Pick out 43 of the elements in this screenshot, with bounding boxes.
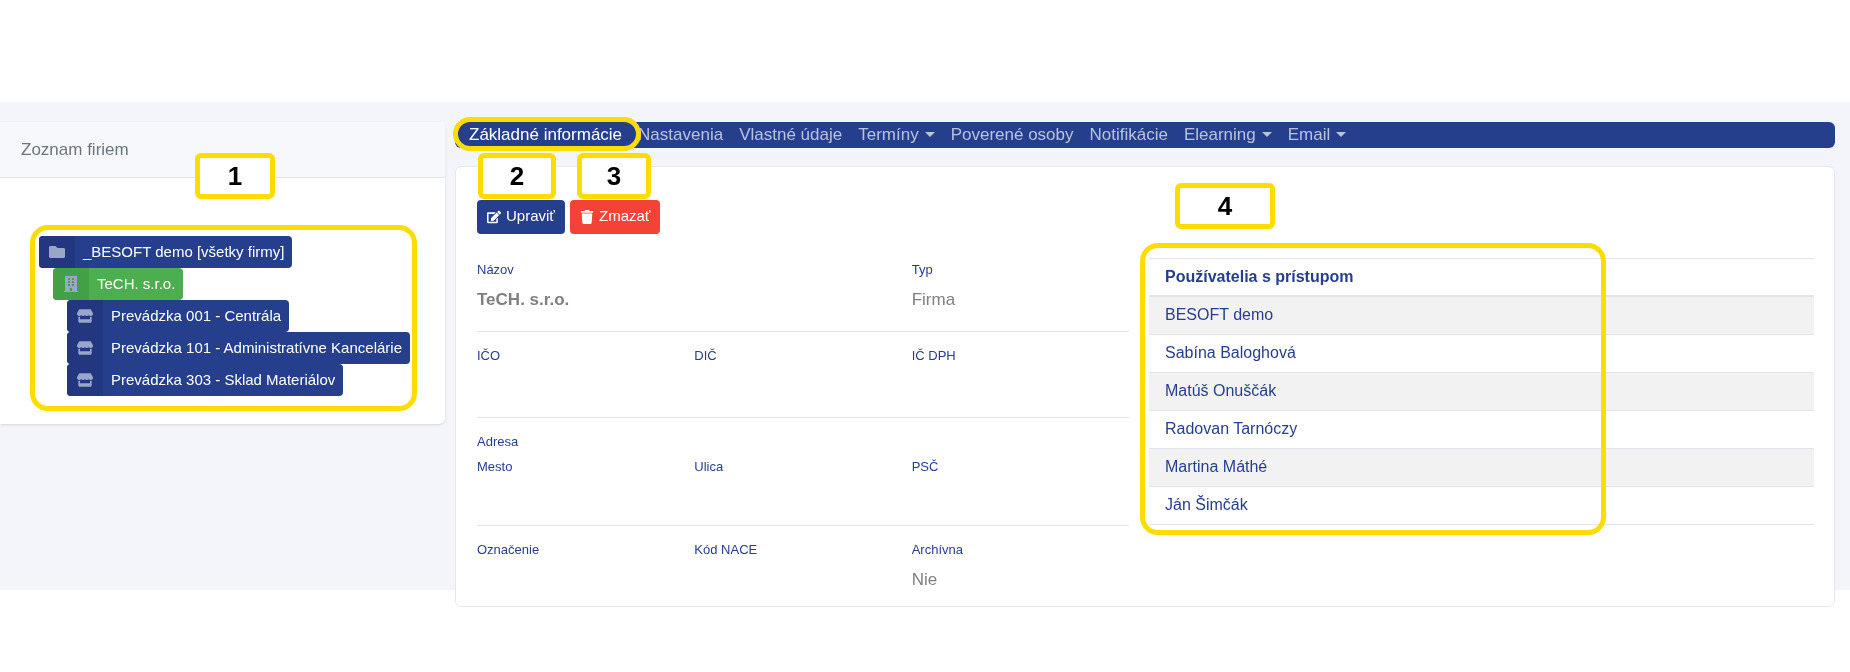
tab[interactable]: Základné informácie (469, 122, 623, 148)
field-label: DIČ (694, 346, 718, 365)
table-cell: BESOFT demo (1149, 296, 1814, 335)
tree-item[interactable]: Prevádzka 001 - Centrála (67, 300, 290, 332)
building-icon (63, 276, 79, 292)
field-label: Názov (477, 260, 515, 279)
field-group-label: Adresa (477, 432, 520, 451)
tab[interactable]: Notifikácie (1089, 122, 1168, 148)
trash-icon (580, 209, 594, 224)
callout-badge: 2 (478, 153, 556, 199)
callout-badge: 3 (577, 153, 651, 199)
table-cell: Matúš Onuščák (1149, 372, 1814, 411)
field-label: PSČ (911, 458, 940, 476)
edit-icon (487, 209, 501, 224)
field-label: Typ (911, 260, 934, 279)
tree-item[interactable]: Prevádzka 101 - Administratívne Kancelárie (67, 332, 410, 364)
field-value: Nie (911, 569, 939, 591)
store-icon (77, 308, 93, 324)
field-label: IČ DPH (911, 346, 957, 365)
field-label: IČO (477, 346, 502, 365)
field-value: Firma (911, 289, 957, 311)
tree-item[interactable]: Prevádzka 303 - Sklad Materiálov (67, 364, 344, 396)
field-label: Označenie (477, 540, 541, 559)
edit-button[interactable]: Upraviť (477, 199, 565, 234)
tab[interactable]: Termíny (858, 122, 935, 148)
tree-item[interactable]: TeCH. s.r.o. (53, 268, 184, 300)
field-label: Kód NACE (694, 540, 759, 559)
store-icon (77, 340, 93, 356)
tab[interactable]: Vlastné údaje (739, 122, 843, 148)
callout-badge: 1 (195, 153, 275, 199)
field-label: Ulica (694, 458, 725, 476)
field-label: Mesto (477, 458, 514, 476)
folder-icon (49, 244, 65, 260)
delete-button[interactable]: Zmazať (570, 199, 661, 234)
callout-badge: 4 (1175, 183, 1275, 229)
tab[interactable]: Poverené osoby (950, 122, 1074, 148)
field-label: Archívna (911, 540, 964, 559)
field-value: TeCH. s.r.o. (477, 289, 571, 311)
tree-item[interactable]: _BESOFT demo [všetky firmy] (39, 236, 293, 268)
tab[interactable]: Email (1287, 122, 1347, 148)
table-cell: Martina Máthé (1149, 448, 1814, 487)
tab[interactable]: Elearning (1183, 122, 1272, 148)
store-icon (77, 372, 93, 388)
